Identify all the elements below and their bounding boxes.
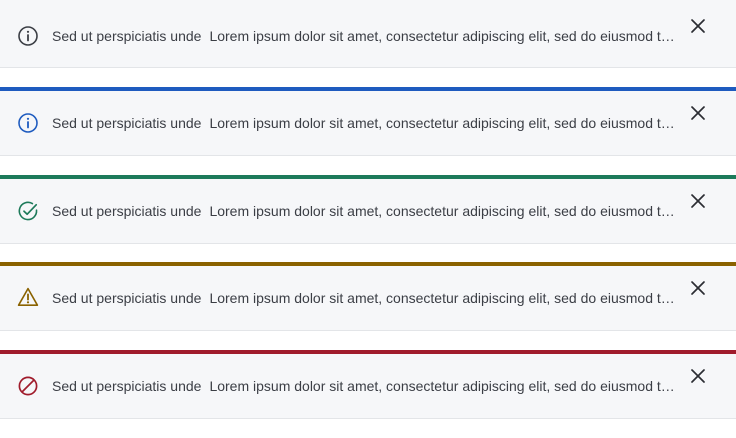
banner-stack: Sed ut perspiciatis unde Lorem ipsum dolo… [0,0,736,438]
banner-message: Sed ut perspiciatis unde Lorem ipsum dolo… [52,26,676,46]
banner-accent-bar [0,87,736,91]
banner-title: Sed ut perspiciatis unde [52,290,202,306]
banner-info: Sed ut perspiciatis unde Lorem ipsum dolo… [0,87,736,156]
banner-title: Sed ut perspiciatis unde [52,378,202,394]
banner-body: Lorem ipsum dolor sit amet, consectetur … [209,378,676,394]
banner-title: Sed ut perspiciatis unde [52,203,202,219]
info-icon [17,25,39,47]
banner-body: Lorem ipsum dolor sit amet, consectetur … [209,28,676,44]
banner-message: Sed ut perspiciatis unde Lorem ipsum dolo… [52,113,676,133]
warning-icon [17,286,39,308]
banner-accent-bar [0,175,736,179]
close-button[interactable] [686,276,710,300]
close-icon [691,281,705,295]
banner-title: Sed ut perspiciatis unde [52,115,202,131]
banner-warning: Sed ut perspiciatis unde Lorem ipsum dolo… [0,262,736,331]
error-icon [17,375,39,397]
close-icon [691,106,705,120]
close-icon [691,369,705,383]
banner-success: Sed ut perspiciatis unde Lorem ipsum dolo… [0,175,736,244]
banner-body: Lorem ipsum dolor sit amet, consectetur … [209,290,676,306]
banner-body: Lorem ipsum dolor sit amet, consectetur … [209,115,676,131]
banner-message: Sed ut perspiciatis unde Lorem ipsum dolo… [52,201,676,221]
close-button[interactable] [686,364,710,388]
close-icon [691,19,705,33]
banner-accent-bar [0,350,736,354]
banner-message: Sed ut perspiciatis unde Lorem ipsum dolo… [52,288,676,308]
close-icon [691,194,705,208]
banner-neutral: Sed ut perspiciatis unde Lorem ipsum dolo… [0,0,736,68]
banner-error: Sed ut perspiciatis unde Lorem ipsum dolo… [0,350,736,419]
close-button[interactable] [686,101,710,125]
banner-title: Sed ut perspiciatis unde [52,28,202,44]
banner-message: Sed ut perspiciatis unde Lorem ipsum dolo… [52,376,676,396]
close-button[interactable] [686,14,710,38]
check-circle-icon [17,200,39,222]
banner-body: Lorem ipsum dolor sit amet, consectetur … [209,203,676,219]
banner-accent-bar [0,262,736,266]
info-icon [17,112,39,134]
close-button[interactable] [686,189,710,213]
